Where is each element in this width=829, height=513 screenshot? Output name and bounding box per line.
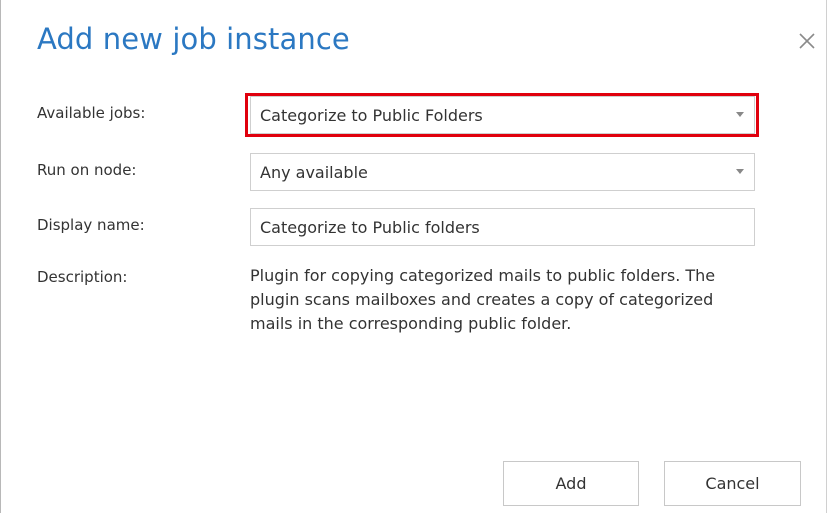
available-jobs-select[interactable]: Categorize to Public Folders (250, 96, 755, 134)
run-on-node-label: Run on node: (37, 161, 137, 179)
close-icon[interactable] (796, 30, 818, 52)
available-jobs-value: Categorize to Public Folders (260, 106, 483, 125)
run-on-node-value: Any available (260, 163, 368, 182)
display-name-label: Display name: (37, 216, 145, 234)
add-button[interactable]: Add (503, 461, 639, 506)
chevron-down-icon (736, 112, 744, 117)
add-job-instance-dialog: Add new job instance Available jobs: Cat… (0, 0, 827, 513)
chevron-down-icon (736, 169, 744, 174)
description-text: Plugin for copying categorized mails to … (250, 266, 716, 333)
run-on-node-select[interactable]: Any available (250, 153, 755, 191)
display-name-value: Categorize to Public folders (260, 218, 480, 237)
available-jobs-label: Available jobs: (37, 104, 146, 122)
display-name-field[interactable]: Categorize to Public folders (250, 208, 755, 246)
description-label: Description: (37, 268, 128, 286)
dialog-title: Add new job instance (37, 22, 350, 56)
cancel-button[interactable]: Cancel (664, 461, 801, 506)
